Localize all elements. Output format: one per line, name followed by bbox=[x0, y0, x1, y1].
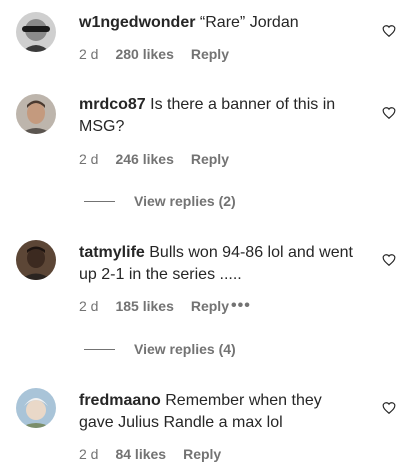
comment-text: fredmaano Remember when they gave Julius… bbox=[79, 390, 354, 434]
heart-outline-icon[interactable] bbox=[382, 106, 396, 120]
comment-meta: 2 d 280 likes Reply bbox=[79, 45, 229, 63]
avatar[interactable] bbox=[16, 12, 56, 52]
comment-likes[interactable]: 246 likes bbox=[115, 151, 173, 167]
reply-button[interactable]: Reply bbox=[191, 46, 229, 62]
comment-text: tatmylife Bulls won 94-86 lol and went u… bbox=[79, 242, 354, 286]
comment-text: w1ngedwonder “Rare” Jordan bbox=[79, 12, 354, 34]
avatar[interactable] bbox=[16, 388, 56, 428]
view-replies-button[interactable]: View replies (4) bbox=[84, 341, 236, 357]
comment-likes[interactable]: 84 likes bbox=[115, 446, 166, 462]
heart-outline-icon[interactable] bbox=[382, 401, 396, 415]
heart-outline-icon[interactable] bbox=[382, 24, 396, 38]
comment-meta: 2 d 246 likes Reply bbox=[79, 150, 229, 168]
comment-time: 2 d bbox=[79, 151, 99, 167]
comment-meta: 2 d 185 likes Reply ••• bbox=[79, 297, 251, 315]
comment-likes[interactable]: 280 likes bbox=[115, 46, 173, 62]
comment-username[interactable]: w1ngedwonder bbox=[79, 14, 195, 31]
comment-time: 2 d bbox=[79, 298, 99, 314]
view-replies-label: View replies (4) bbox=[134, 341, 236, 357]
comment-likes[interactable]: 185 likes bbox=[115, 298, 173, 314]
comment-time: 2 d bbox=[79, 46, 99, 62]
avatar[interactable] bbox=[16, 94, 56, 134]
reply-button[interactable]: Reply bbox=[191, 151, 229, 167]
view-replies-button[interactable]: View replies (2) bbox=[84, 193, 236, 209]
comment-username[interactable]: tatmylife bbox=[79, 244, 145, 261]
heart-outline-icon[interactable] bbox=[382, 253, 396, 267]
avatar[interactable] bbox=[16, 240, 56, 280]
reply-button[interactable]: Reply bbox=[183, 446, 221, 462]
reply-button[interactable]: Reply bbox=[191, 298, 229, 314]
comment-time: 2 d bbox=[79, 446, 99, 462]
divider bbox=[84, 348, 115, 350]
comment-text: mrdco87 Is there a banner of this in MSG… bbox=[79, 94, 354, 138]
comment-meta: 2 d 84 likes Reply bbox=[79, 445, 221, 463]
comment-username[interactable]: fredmaano bbox=[79, 392, 161, 409]
comment-username[interactable]: mrdco87 bbox=[79, 96, 146, 113]
more-options-icon[interactable]: ••• bbox=[231, 297, 251, 315]
comment-body: “Rare” Jordan bbox=[199, 14, 299, 31]
divider bbox=[84, 200, 115, 202]
view-replies-label: View replies (2) bbox=[134, 193, 236, 209]
